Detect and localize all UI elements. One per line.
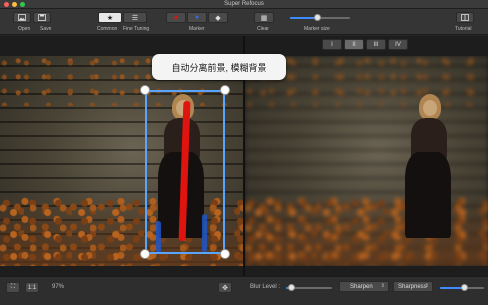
save-icon [38,14,46,21]
blur-level-knob[interactable] [288,284,296,291]
marker-size-fill [290,17,317,19]
fine-tuning-label: Fine Tuning [123,26,150,32]
eraser-button[interactable]: ◆ [208,12,228,23]
tutorial-label: Tutorial [455,26,472,32]
blur-level-slider[interactable] [286,284,332,291]
chevron-updown-icon: ⇕ [380,283,385,289]
selection-handle-bottom-left[interactable] [140,249,150,259]
clear-button[interactable]: ▦ [254,12,274,23]
level-button-3[interactable]: III [366,39,386,50]
toolbar: Open Save ★ ☰ Common Fine Tuning ▲ ● ◆ M… [0,9,488,35]
selection-handle-top-left[interactable] [140,85,150,95]
marker-size-knob[interactable] [313,14,321,21]
eraser-icon: ◆ [215,14,221,22]
open-button[interactable] [13,12,31,23]
fullscreen-icon: ⛶ [10,284,16,290]
bottom-bar: ⛶ 1:1 97% ✥ Blur Level : Sharpen ⇕ Sharp… [0,276,488,305]
sharpness-select-value: Sharpness [398,283,427,290]
level-button-2[interactable]: II [344,39,364,50]
selection-handle-bottom-right[interactable] [220,249,230,259]
common-label: Common [97,26,118,32]
zoom-1to1-button[interactable]: 1:1 [25,282,39,293]
sharpness-slider[interactable] [440,284,484,291]
chevron-updown-icon: ⇕ [424,283,429,289]
marker-size-slider[interactable] [290,14,350,21]
marker-label: Marker [189,26,205,32]
sharpness-select[interactable]: Sharpness ⇕ [393,281,433,292]
clear-label: Clear [257,26,269,32]
open-label: Open [18,26,31,32]
tutorial-icon [461,14,469,21]
selection-box[interactable] [145,90,225,254]
preview-photo [245,56,488,266]
red-marker-icon: ▲ [172,14,180,21]
hint-tooltip: 自动分离前景, 模糊背景 [152,54,286,80]
level-button-4[interactable]: IV [388,39,408,50]
fit-screen-button[interactable]: ⛶ [6,282,20,293]
move-button[interactable]: ✥ [218,282,232,293]
sharpen-select[interactable]: Sharpen ⇕ [339,281,389,292]
move-icon: ✥ [222,284,228,292]
save-button[interactable] [33,12,51,23]
background-marker-button[interactable]: ● [187,12,207,23]
marker-size-label: Marker size [304,26,330,32]
zoom-percent: 97% [52,284,65,290]
open-image-icon [18,14,26,21]
list-icon: ☰ [131,14,139,22]
original-photo[interactable] [0,56,243,266]
blur-level-segments: I II III IV [322,39,410,50]
sharpen-select-value: Sharpen [350,283,373,290]
fine-tuning-tab[interactable]: ☰ [123,12,147,23]
tutorial-button[interactable] [456,12,474,23]
sharpness-knob[interactable] [460,284,468,291]
star-icon: ★ [106,14,114,22]
title-bar: Super Refocus [0,0,488,9]
save-label: Save [40,26,52,32]
blur-level-label: Blur Level : [250,284,281,290]
common-tab[interactable]: ★ [98,12,122,23]
preview-subject-girl [397,94,457,244]
level-button-1[interactable]: I [322,39,342,50]
blue-marker-icon: ● [194,14,200,21]
selection-handle-top-right[interactable] [220,85,230,95]
trash-icon: ▦ [260,14,268,22]
window-title: Super Refocus [224,1,264,7]
foreground-marker-button[interactable]: ▲ [166,12,186,23]
